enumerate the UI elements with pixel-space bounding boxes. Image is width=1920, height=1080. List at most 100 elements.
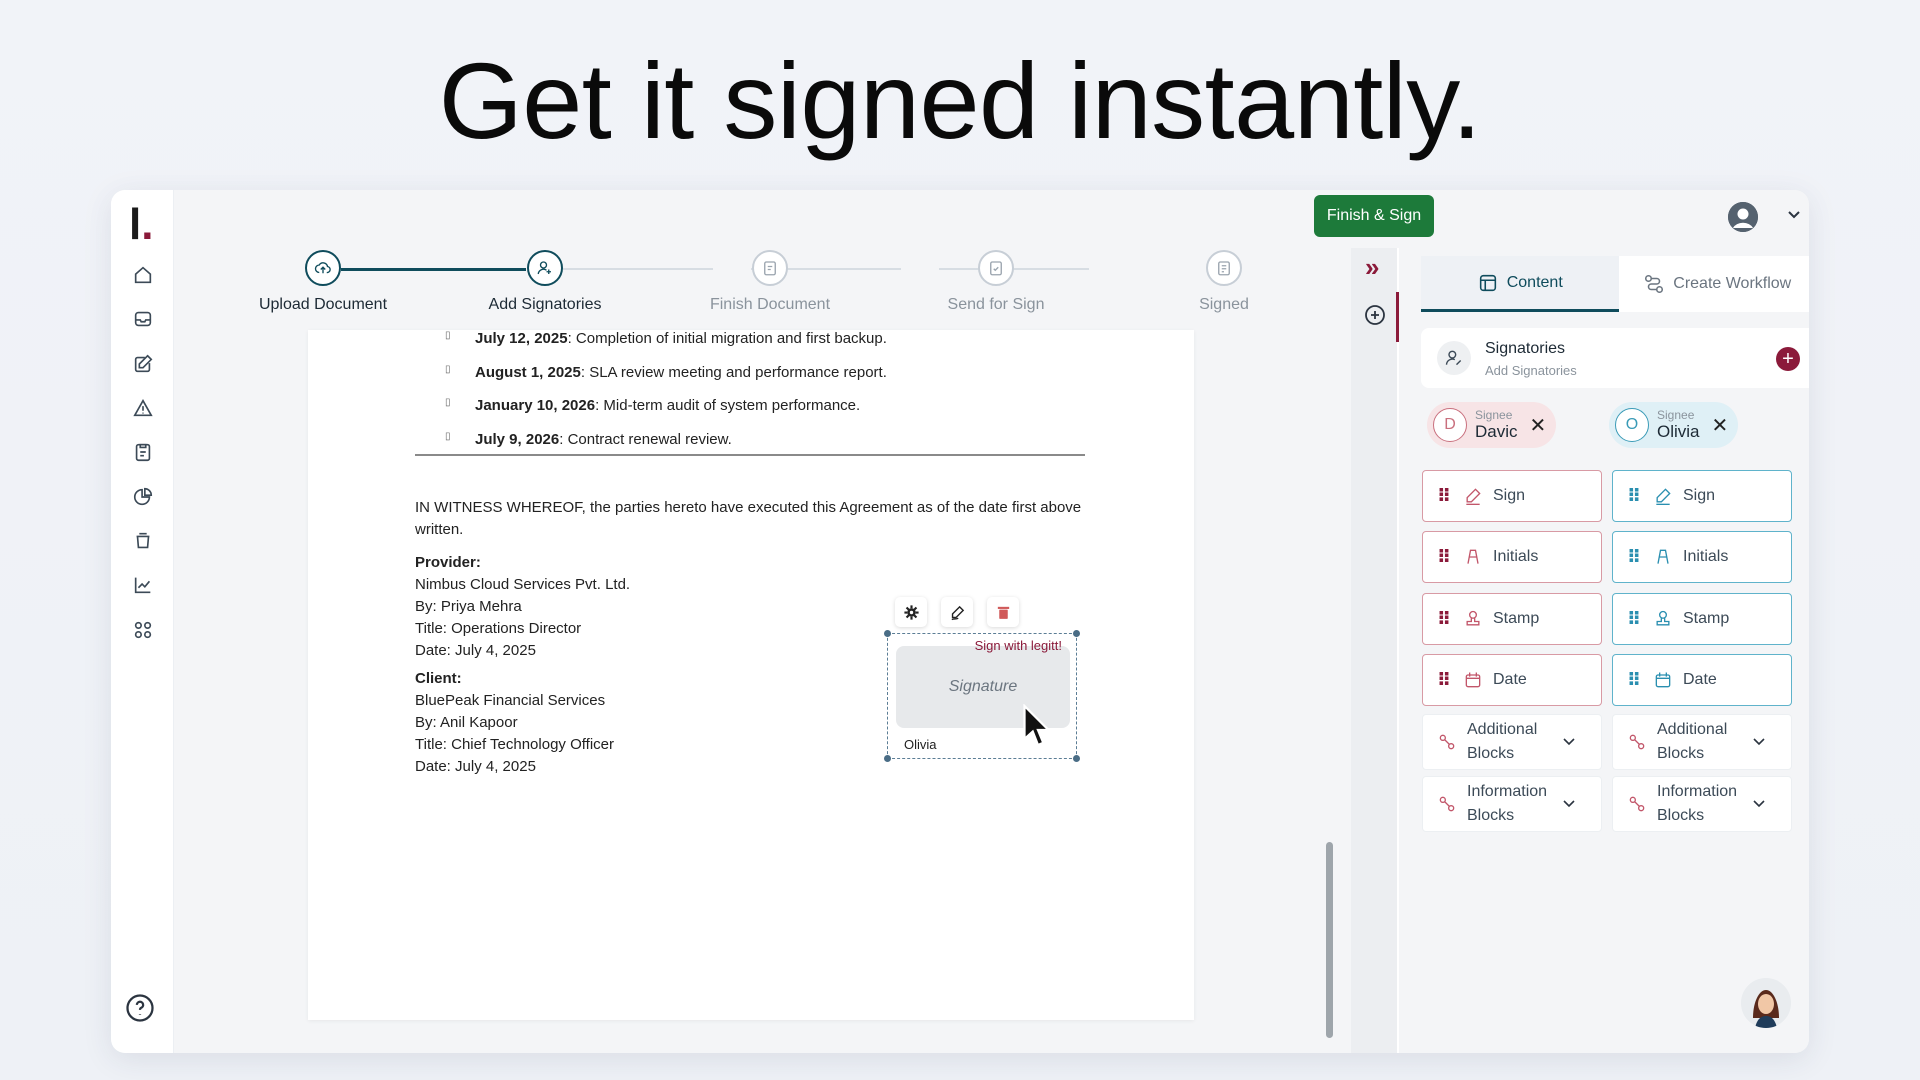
help-icon[interactable] bbox=[125, 993, 157, 1025]
field-block-sign[interactable]: ⠿ Sign bbox=[1422, 470, 1602, 522]
block-label: Blocks bbox=[1467, 807, 1515, 824]
app-window: l. Upload Document Add Signatories Finis… bbox=[111, 190, 1809, 1053]
block-label: Sign bbox=[1683, 487, 1716, 504]
drag-handle-icon[interactable]: ⠿ bbox=[1627, 547, 1641, 568]
step-send-for-sign[interactable]: Send for Sign bbox=[906, 250, 1086, 314]
bullet-icon: ▯ bbox=[445, 431, 451, 442]
finish-and-sign-button[interactable]: Finish & Sign bbox=[1314, 195, 1434, 237]
apps-icon[interactable] bbox=[128, 615, 158, 645]
inbox-icon[interactable] bbox=[128, 304, 158, 334]
step-finish-document[interactable]: Finish Document bbox=[680, 250, 860, 314]
step-signed[interactable]: Signed bbox=[1134, 250, 1314, 314]
signee-chip[interactable]: O Signee Olivia ✕ bbox=[1609, 402, 1739, 448]
drag-handle-icon[interactable]: ⠿ bbox=[1437, 670, 1451, 691]
provider-block: Provider: Nimbus Cloud Services Pvt. Ltd… bbox=[415, 552, 630, 662]
collapse-panel-icon[interactable]: » bbox=[1365, 252, 1379, 283]
milestone-text: : Contract renewal review. bbox=[559, 431, 732, 448]
right-panel: Content Create Workflow Signatories Add … bbox=[1401, 248, 1809, 1053]
signature-pen-icon bbox=[950, 605, 964, 620]
milestone-date: August 1, 2025 bbox=[475, 364, 581, 381]
tab-create-workflow[interactable]: Create Workflow bbox=[1618, 256, 1809, 312]
edit-signature-button[interactable] bbox=[941, 597, 973, 627]
initials-icon bbox=[1467, 549, 1479, 564]
step-upload-document[interactable]: Upload Document bbox=[233, 250, 413, 314]
field-block-initials[interactable]: ⠿ Initials bbox=[1612, 531, 1792, 583]
signed-icon bbox=[1206, 250, 1242, 286]
milestone-text: : Mid-term audit of system performance. bbox=[595, 397, 861, 414]
chevron-down-icon[interactable] bbox=[1786, 206, 1802, 222]
remove-signee-icon[interactable]: ✕ bbox=[1530, 413, 1547, 438]
step-label: Send for Sign bbox=[947, 296, 1045, 313]
field-block-date[interactable]: ⠿ Date bbox=[1422, 654, 1602, 706]
resize-handle[interactable] bbox=[1073, 755, 1080, 762]
milestone-text: : Completion of initial migration and fi… bbox=[567, 330, 887, 347]
signatories-card: Signatories Add Signatories + bbox=[1421, 328, 1809, 388]
information-blocks-dropdown[interactable]: Information Blocks bbox=[1612, 776, 1792, 832]
archive-icon[interactable] bbox=[128, 526, 158, 556]
drag-handle-icon[interactable]: ⠿ bbox=[1437, 486, 1451, 507]
drag-handle-icon[interactable]: ⠿ bbox=[1437, 609, 1451, 630]
add-signatory-button[interactable]: + bbox=[1776, 347, 1800, 371]
additional-blocks-dropdown[interactable]: Additional Blocks bbox=[1612, 714, 1792, 770]
bullet-icon: ▯ bbox=[445, 397, 451, 408]
witness-line: IN WITNESS WHEREOF, the parties hereto h… bbox=[415, 499, 1082, 516]
field-block-stamp[interactable]: ⠿ Stamp bbox=[1422, 593, 1602, 645]
resize-handle[interactable] bbox=[884, 630, 891, 637]
block-label: Initials bbox=[1683, 548, 1729, 565]
tab-content[interactable]: Content bbox=[1421, 256, 1619, 312]
bullet-icon: ▯ bbox=[445, 364, 451, 375]
drag-handle-icon[interactable]: ⠿ bbox=[1627, 670, 1641, 691]
block-label: Initials bbox=[1493, 548, 1539, 565]
block-label: Date bbox=[1683, 671, 1717, 688]
milestone-item: ▯ July 9, 2026: Contract renewal review. bbox=[445, 431, 732, 448]
field-block-initials[interactable]: ⠿ Initials bbox=[1422, 531, 1602, 583]
add-circle-icon[interactable] bbox=[1363, 303, 1387, 327]
document-page[interactable]: ▯ July 12, 2025: Completion of initial m… bbox=[308, 330, 1194, 1020]
signee-avatar: O bbox=[1615, 408, 1649, 442]
workflow-icon bbox=[1645, 274, 1664, 294]
additional-blocks-dropdown[interactable]: Additional Blocks bbox=[1422, 714, 1602, 770]
clipboard-icon[interactable] bbox=[128, 437, 158, 467]
pen-icon bbox=[1656, 488, 1671, 505]
block-label: Stamp bbox=[1493, 610, 1540, 627]
drag-handle-icon[interactable]: ⠿ bbox=[1627, 609, 1641, 630]
field-block-date[interactable]: ⠿ Date bbox=[1612, 654, 1792, 706]
resize-handle[interactable] bbox=[884, 755, 891, 762]
initials-icon bbox=[1657, 549, 1669, 564]
block-label: Sign bbox=[1493, 487, 1526, 504]
signee-name: Olivia bbox=[1657, 422, 1700, 441]
milestone-item: ▯ August 1, 2025: SLA review meeting and… bbox=[445, 364, 887, 381]
provider-line: By: Priya Mehra bbox=[415, 598, 522, 615]
add-user-icon bbox=[527, 250, 563, 286]
information-blocks-dropdown[interactable]: Information Blocks bbox=[1422, 776, 1602, 832]
assistant-avatar[interactable] bbox=[1741, 978, 1791, 1028]
drag-handle-icon[interactable]: ⠿ bbox=[1437, 547, 1451, 568]
edit-icon[interactable] bbox=[128, 349, 158, 379]
send-document-icon bbox=[978, 250, 1014, 286]
delete-button[interactable] bbox=[987, 597, 1019, 627]
tab-label: Create Workflow bbox=[1673, 275, 1792, 292]
analytics-pie-icon[interactable] bbox=[128, 482, 158, 512]
client-line: Title: Chief Technology Officer bbox=[415, 736, 614, 753]
home-icon[interactable] bbox=[128, 260, 158, 290]
field-block-sign[interactable]: ⠿ Sign bbox=[1612, 470, 1792, 522]
progress-stepper: Upload Document Add Signatories Finish D… bbox=[231, 250, 1249, 320]
block-label: Blocks bbox=[1467, 745, 1515, 762]
field-block-stamp[interactable]: ⠿ Stamp bbox=[1612, 593, 1792, 645]
signee-chip[interactable]: D Signee Davic ✕ bbox=[1427, 402, 1557, 448]
alert-icon[interactable] bbox=[128, 393, 158, 423]
witness-line: written. bbox=[415, 521, 464, 538]
link-nodes-icon bbox=[1629, 796, 1645, 812]
provider-line: Title: Operations Director bbox=[415, 620, 582, 637]
trash-icon bbox=[997, 606, 1009, 619]
settings-button[interactable] bbox=[895, 597, 927, 627]
drag-handle-icon[interactable]: ⠿ bbox=[1627, 486, 1641, 507]
block-label: Information bbox=[1467, 783, 1548, 800]
chart-icon[interactable] bbox=[128, 570, 158, 600]
remove-signee-icon[interactable]: ✕ bbox=[1712, 413, 1729, 438]
user-avatar[interactable] bbox=[1728, 202, 1758, 232]
provider-line: Date: July 4, 2025 bbox=[415, 642, 536, 659]
document-scrollbar[interactable] bbox=[1326, 842, 1333, 1038]
step-add-signatories[interactable]: Add Signatories bbox=[455, 250, 635, 314]
resize-handle[interactable] bbox=[1073, 630, 1080, 637]
